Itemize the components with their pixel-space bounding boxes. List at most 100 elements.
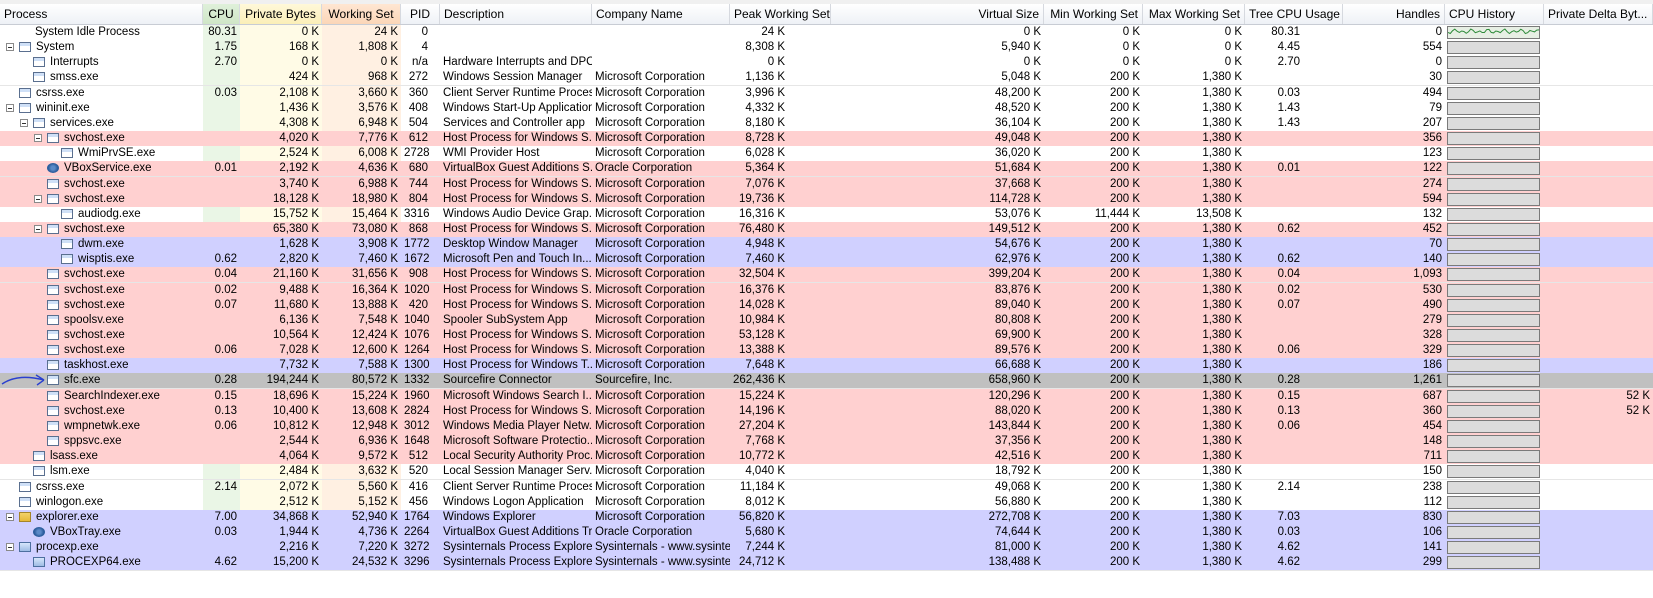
- column-header-cpu-history[interactable]: CPU History: [1445, 4, 1544, 24]
- collapse-toggle-icon[interactable]: [6, 103, 14, 112]
- cpu-history-graph: [1447, 26, 1540, 39]
- column-header-peak-ws[interactable]: Peak Working Set: [730, 4, 831, 24]
- table-row[interactable]: audiodg.exe 15,752 K 15,464 K 3316 16,316 K 5…: [0, 206, 1653, 223]
- column-header-private-bytes[interactable]: Private Bytes: [240, 4, 322, 24]
- cell-company: [592, 40, 730, 55]
- cell-working-set: 1,808 K: [358, 41, 398, 54]
- cell-tree-cpu: [1245, 131, 1303, 146]
- cell-handles: 360: [1422, 404, 1442, 417]
- table-row[interactable]: sppsvc.exe 2,544 K 6,936 K 1648 7,768 K 37,35…: [0, 434, 1653, 451]
- cell-max-ws: 1,380 K: [1202, 374, 1242, 387]
- column-header-max-ws[interactable]: Max Working Set: [1143, 4, 1245, 24]
- cell-private-bytes: 10,564 K: [272, 329, 319, 341]
- column-header-min-ws[interactable]: Min Working Set: [1044, 4, 1143, 24]
- table-row[interactable]: System Idle Process 80.31 0 K 24 K 0 24 K 0 K 0…: [0, 25, 1653, 41]
- table-row[interactable]: spoolsv.exe 6,136 K 7,548 K 1040 10,984 K 80,…: [0, 312, 1653, 329]
- column-header-working-set[interactable]: Working Set: [322, 4, 401, 24]
- column-header-private-delta[interactable]: Private Delta Byt...: [1544, 4, 1653, 24]
- cell-company: Microsoft Corporation: [595, 419, 705, 432]
- collapse-toggle-icon[interactable]: [34, 134, 42, 143]
- cell-cpu: 0.03: [214, 525, 237, 538]
- table-row[interactable]: svchost.exe 65,380 K 73,080 K 868 76,480 K 14…: [0, 221, 1653, 238]
- table-row[interactable]: VBoxTray.exe 0.03 1,944 K 4,736 K 2264 5,680 …: [0, 524, 1653, 541]
- collapse-toggle-icon[interactable]: [6, 43, 14, 52]
- table-row[interactable]: SearchIndexer.exe 0.15 18,696 K 15,224 K 196…: [0, 388, 1653, 405]
- table-row[interactable]: wisptis.exe 0.62 2,820 K 7,460 K 1672 7,460 K…: [0, 252, 1653, 269]
- cell-tree-cpu: 0.03: [1277, 525, 1300, 538]
- table-row[interactable]: svchost.exe 0.02 9,488 K 16,364 K 1020 16,376…: [0, 282, 1653, 299]
- table-row[interactable]: svchost.exe 0.07 11,680 K 13,888 K 420 14,028…: [0, 297, 1653, 314]
- table-row[interactable]: csrss.exe 0.03 2,108 K 3,660 K 360 3,996 K 48,…: [0, 85, 1653, 102]
- cell-private-delta: [1544, 555, 1653, 570]
- table-row[interactable]: lsm.exe 2,484 K 3,632 K 520 4,040 K 18,792 K 2…: [0, 464, 1653, 481]
- cell-private-delta: 52 K: [1626, 404, 1650, 417]
- cell-pid: 868: [408, 222, 428, 235]
- table-row[interactable]: svchost.exe 10,564 K 12,424 K 1076 53,128 K 6…: [0, 328, 1653, 344]
- collapse-toggle-icon[interactable]: [6, 543, 14, 552]
- cell-max-ws: 1,380 K: [1202, 71, 1242, 84]
- column-header-cpu[interactable]: CPU: [203, 4, 240, 24]
- table-row[interactable]: wmpnetwk.exe 0.06 10,812 K 12,948 K 3012 27,2…: [0, 418, 1653, 435]
- cell-description: Microsoft Windows Search I...: [443, 389, 592, 402]
- collapse-toggle-icon[interactable]: [34, 194, 42, 203]
- table-row[interactable]: services.exe 4,308 K 6,948 K 504 8,180 K 36,1…: [0, 115, 1653, 132]
- table-row[interactable]: System 1.75 168 K 1,808 K 4 8,308 K 5,940 K 0 K…: [0, 40, 1653, 57]
- column-header-virtual-size[interactable]: Virtual Size: [831, 4, 1044, 24]
- cell-cpu: [203, 177, 240, 192]
- column-header-tree-cpu[interactable]: Tree CPU Usage: [1245, 4, 1343, 24]
- table-row[interactable]: lsass.exe 4,064 K 9,572 K 512 10,772 K 42,516…: [0, 449, 1653, 466]
- table-row[interactable]: VBoxService.exe 0.01 2,192 K 4,636 K 680 5,36…: [0, 161, 1653, 178]
- table-row[interactable]: dwm.exe 1,628 K 3,908 K 1772 4,948 K 54,676 K…: [0, 237, 1653, 254]
- cell-pid: 420: [408, 298, 428, 311]
- table-row[interactable]: csrss.exe 2.14 2,072 K 5,560 K 416 11,184 K 49…: [0, 479, 1653, 496]
- cell-private-bytes: 0 K: [301, 26, 319, 38]
- column-header-process[interactable]: Process: [0, 4, 203, 24]
- table-row[interactable]: taskhost.exe 7,732 K 7,588 K 1300 7,648 K 66,…: [0, 358, 1653, 375]
- cell-description: Host Process for Windows S...: [443, 268, 592, 281]
- collapse-toggle-icon[interactable]: [20, 118, 28, 127]
- table-row[interactable]: svchost.exe 4,020 K 7,776 K 612 8,728 K 49,04…: [0, 131, 1653, 148]
- table-row[interactable]: winlogon.exe 2,512 K 5,152 K 456 8,012 K 56,8…: [0, 494, 1653, 511]
- cell-peak-ws: 8,308 K: [745, 41, 785, 54]
- cell-tree-cpu: [1245, 328, 1303, 343]
- table-row[interactable]: svchost.exe 0.06 7,028 K 12,600 K 1264 13,388…: [0, 343, 1653, 360]
- cell-handles: 452: [1422, 222, 1442, 235]
- cell-private-delta: 52 K: [1626, 389, 1650, 402]
- cell-min-ws: 200 K: [1109, 298, 1140, 311]
- column-header-pid[interactable]: PID: [401, 4, 440, 24]
- table-row[interactable]: svchost.exe 0.04 21,160 K 31,656 K 908 32,504…: [0, 267, 1653, 284]
- column-header-company[interactable]: Company Name: [592, 4, 730, 24]
- cell-private-delta: [1544, 237, 1653, 252]
- cell-tree-cpu: [1245, 70, 1303, 85]
- table-row[interactable]: svchost.exe 3,740 K 6,988 K 744 7,076 K 37,66…: [0, 176, 1653, 193]
- cell-private-bytes: 4,064 K: [279, 450, 319, 463]
- table-row[interactable]: procexp.exe 2,216 K 7,220 K 3272 7,244 K 81,0…: [0, 540, 1653, 557]
- cell-max-ws: 1,380 K: [1202, 495, 1242, 508]
- process-tree-grid[interactable]: Process CPU Private Bytes Working Set PID Des…: [0, 0, 1653, 598]
- process-name: sfc.exe: [64, 374, 101, 387]
- cell-pid: 360: [408, 86, 428, 99]
- table-row[interactable]: smss.exe 424 K 968 K 272 1,136 K 5,048 K 200 K…: [0, 70, 1653, 87]
- table-row[interactable]: svchost.exe 18,128 K 18,980 K 804 19,736 K 11…: [0, 191, 1653, 208]
- table-row[interactable]: PROCEXP64.exe 4.62 15,200 K 24,532 K 3296 24,…: [0, 555, 1653, 572]
- cell-virtual-size: 5,940 K: [1001, 41, 1041, 54]
- table-row[interactable]: WmiPrvSE.exe 2,524 K 6,008 K 2728 6,028 K 36,…: [0, 146, 1653, 163]
- cell-description: Host Process for Windows S...: [443, 177, 592, 190]
- process-name: sppsvc.exe: [64, 435, 122, 448]
- column-header-handles[interactable]: Handles: [1343, 4, 1445, 24]
- cell-min-ws: 200 K: [1109, 268, 1140, 281]
- cell-min-ws: 200 K: [1109, 329, 1140, 341]
- collapse-toggle-icon[interactable]: [6, 512, 14, 521]
- table-row[interactable]: Interrupts 2.70 0 K 0 K n/a 0 K 0 K 0 K 0 K 2.70 0…: [0, 55, 1653, 72]
- column-header-description[interactable]: Description: [440, 4, 592, 24]
- cell-max-ws: 1,380 K: [1202, 541, 1242, 554]
- cell-cpu: 0.01: [214, 162, 237, 175]
- process-window-icon: [47, 284, 59, 295]
- collapse-toggle-icon[interactable]: [34, 224, 42, 233]
- table-row-selected[interactable]: sfc.exe 0.28 194,244 K 80,572 K 1332 262,436 …: [0, 373, 1653, 390]
- table-row[interactable]: svchost.exe 0.13 10,400 K 13,608 K 2824 14,19…: [0, 403, 1653, 420]
- cell-private-delta: [1544, 298, 1653, 313]
- table-row[interactable]: wininit.exe 1,436 K 3,576 K 408 4,332 K 48,52…: [0, 100, 1653, 117]
- table-row[interactable]: explorer.exe 7.00 34,868 K 52,940 K 1764 56,8…: [0, 509, 1653, 526]
- process-window-icon: [33, 451, 45, 462]
